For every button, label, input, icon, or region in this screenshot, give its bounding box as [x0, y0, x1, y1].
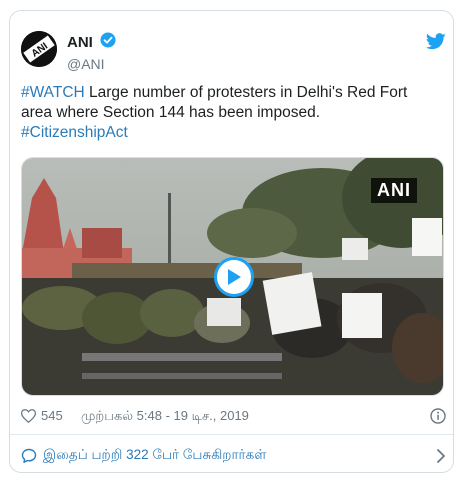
divider [10, 434, 453, 435]
speech-bubble-icon [21, 448, 37, 467]
like-count[interactable]: 545 [41, 408, 63, 423]
verified-badge-icon [100, 32, 116, 53]
conversation-link[interactable]: இதைப் பற்றி 322 பேர் பேசுகிறார்கள் [21, 446, 446, 466]
ani-watermark: ANI [371, 178, 417, 203]
tweet-meta: 545 முற்பகல் 5:48 - 19 டிச., 2019 [20, 407, 446, 427]
twitter-bird-icon[interactable] [425, 33, 446, 55]
tweet-timestamp[interactable]: முற்பகல் 5:48 - 19 டிச., 2019 [81, 408, 249, 425]
conversation-text[interactable]: இதைப் பற்றி 322 பேர் பேசுகிறார்கள் [43, 447, 266, 465]
account-handle[interactable]: @ANI [67, 56, 116, 72]
play-icon[interactable] [214, 257, 254, 297]
tweet-header: ANI ANI @ANI [21, 31, 446, 72]
tweet-text: #WATCH Large number of protesters in Del… [21, 83, 441, 143]
avatar[interactable]: ANI [21, 31, 57, 67]
account-name[interactable]: ANI [67, 34, 93, 51]
video-player[interactable]: ANI [21, 157, 444, 396]
chevron-right-icon[interactable] [436, 448, 446, 467]
heart-icon[interactable] [20, 409, 37, 426]
info-icon[interactable] [430, 408, 446, 427]
hashtag-watch-link[interactable]: #WATCH [21, 84, 85, 101]
tweet-card[interactable]: ANI ANI @ANI #WATCH Large number of prot… [9, 10, 454, 473]
hashtag-citizenship-link[interactable]: #CitizenshipAct [21, 124, 128, 141]
account-info[interactable]: ANI @ANI [67, 32, 116, 72]
